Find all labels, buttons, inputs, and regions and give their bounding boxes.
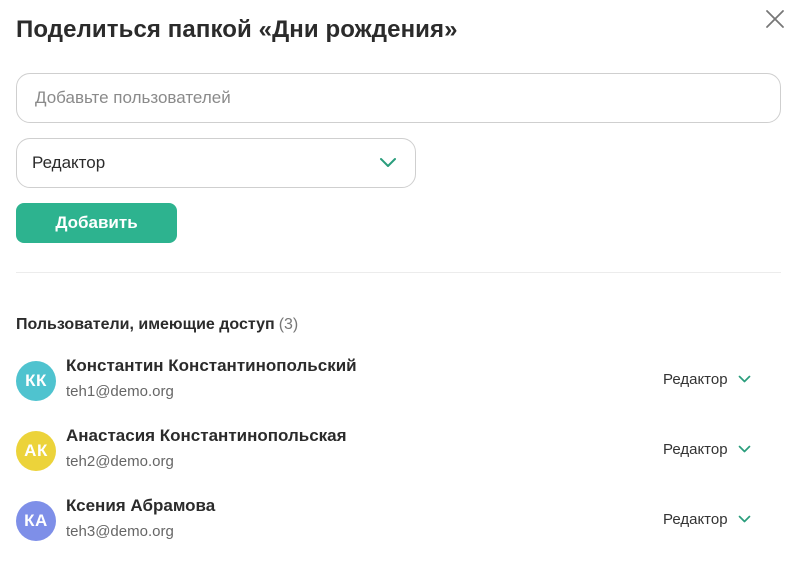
dialog-title: Поделиться папкой «Дни рождения» <box>16 16 458 43</box>
user-role-value: Редактор <box>663 371 728 388</box>
avatar: АК <box>16 431 56 471</box>
close-icon <box>766 10 784 28</box>
access-section-title: Пользователи, имеющие доступ (3) <box>16 314 298 336</box>
close-button[interactable] <box>762 6 788 32</box>
user-row: АК Анастасия Константинопольская teh2@de… <box>16 421 781 481</box>
user-role-value: Редактор <box>663 511 728 528</box>
user-name: Константин Константинопольский <box>66 356 357 375</box>
user-row: КК Константин Константинопольский teh1@d… <box>16 351 781 411</box>
role-select[interactable]: Редактор <box>16 138 416 188</box>
avatar: КК <box>16 361 56 401</box>
share-folder-dialog: Поделиться папкой «Дни рождения» Редакто… <box>0 0 798 565</box>
user-role-dropdown[interactable]: Редактор <box>663 441 751 458</box>
user-email: teh3@demo.org <box>66 523 174 540</box>
chevron-down-icon <box>380 158 396 167</box>
user-row: КА Ксения Абрамова teh3@demo.org Редакто… <box>16 491 781 551</box>
user-name: Анастасия Константинопольская <box>66 426 347 445</box>
add-users-input[interactable] <box>16 73 781 123</box>
add-button[interactable]: Добавить <box>16 203 177 243</box>
role-select-value: Редактор <box>32 153 106 172</box>
avatar: КА <box>16 501 56 541</box>
chevron-down-icon <box>738 375 750 383</box>
chevron-down-icon <box>738 445 750 453</box>
access-title-text: Пользователи, имеющие доступ <box>16 316 275 333</box>
user-email: teh1@demo.org <box>66 383 174 400</box>
user-role-dropdown[interactable]: Редактор <box>663 371 751 388</box>
chevron-down-icon <box>738 515 750 523</box>
user-name: Ксения Абрамова <box>66 496 216 515</box>
user-role-dropdown[interactable]: Редактор <box>663 511 751 528</box>
user-role-value: Редактор <box>663 441 728 458</box>
user-email: teh2@demo.org <box>66 453 174 470</box>
access-count: (3) <box>278 316 299 333</box>
divider <box>16 272 781 273</box>
